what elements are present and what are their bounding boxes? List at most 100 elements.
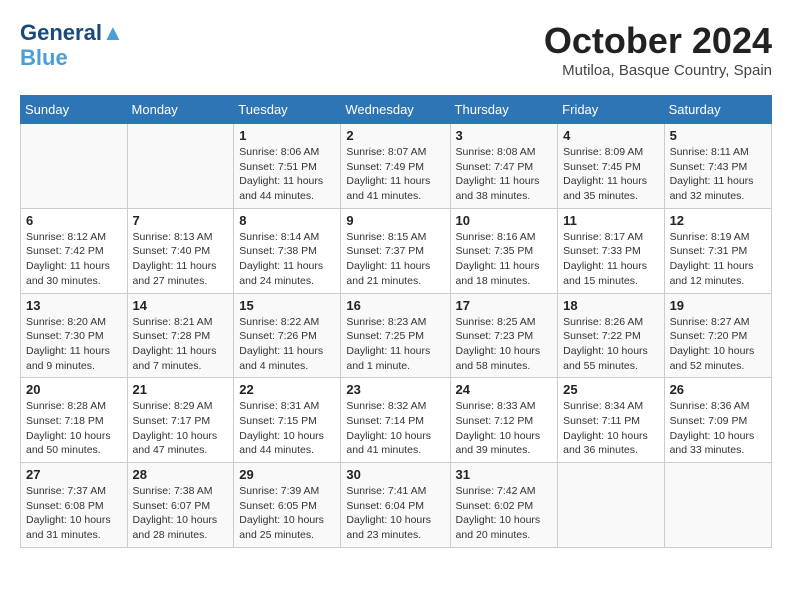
day-detail: Sunrise: 8:31 AM Sunset: 7:15 PM Dayligh… xyxy=(239,399,335,458)
month-title: October 2024 xyxy=(544,20,772,62)
calendar-cell: 5 Sunrise: 8:11 AM Sunset: 7:43 PM Daylig… xyxy=(664,124,771,209)
calendar-cell: 13 Sunrise: 8:20 AM Sunset: 7:30 PM Dayli… xyxy=(21,293,128,378)
day-detail: Sunrise: 8:22 AM Sunset: 7:26 PM Dayligh… xyxy=(239,315,335,374)
calendar-cell: 16Sunrise: 8:23 AM Sunset: 7:25 PM Dayli… xyxy=(341,293,450,378)
calendar-header-saturday: Saturday xyxy=(664,96,771,124)
calendar-cell: 3 Sunrise: 8:08 AM Sunset: 7:47 PM Daylig… xyxy=(450,124,558,209)
calendar-cell: 30Sunrise: 7:41 AM Sunset: 6:04 PM Dayli… xyxy=(341,463,450,548)
calendar-cell xyxy=(21,124,128,209)
day-detail: Sunrise: 8:36 AM Sunset: 7:09 PM Dayligh… xyxy=(670,399,766,458)
day-detail: Sunrise: 8:25 AM Sunset: 7:23 PM Dayligh… xyxy=(456,315,553,374)
day-number: 25 xyxy=(563,382,658,397)
calendar-cell xyxy=(664,463,771,548)
day-number: 15 xyxy=(239,298,335,313)
calendar-cell: 8 Sunrise: 8:14 AM Sunset: 7:38 PM Daylig… xyxy=(234,208,341,293)
day-number: 1 xyxy=(239,128,335,143)
day-number: 16 xyxy=(346,298,444,313)
day-detail: Sunrise: 8:20 AM Sunset: 7:30 PM Dayligh… xyxy=(26,315,122,374)
calendar-cell: 29 Sunrise: 7:39 AM Sunset: 6:05 PM Dayli… xyxy=(234,463,341,548)
calendar-cell: 31Sunrise: 7:42 AM Sunset: 6:02 PM Dayli… xyxy=(450,463,558,548)
calendar-cell: 21 Sunrise: 8:29 AM Sunset: 7:17 PM Dayli… xyxy=(127,378,234,463)
calendar-cell xyxy=(558,463,664,548)
day-number: 10 xyxy=(456,213,553,228)
day-detail: Sunrise: 8:16 AM Sunset: 7:35 PM Dayligh… xyxy=(456,230,553,289)
day-number: 8 xyxy=(239,213,335,228)
day-detail: Sunrise: 8:34 AM Sunset: 7:11 PM Dayligh… xyxy=(563,399,658,458)
day-number: 26 xyxy=(670,382,766,397)
calendar-cell: 23Sunrise: 8:32 AM Sunset: 7:14 PM Dayli… xyxy=(341,378,450,463)
day-detail: Sunrise: 8:19 AM Sunset: 7:31 PM Dayligh… xyxy=(670,230,766,289)
day-detail: Sunrise: 8:26 AM Sunset: 7:22 PM Dayligh… xyxy=(563,315,658,374)
day-number: 18 xyxy=(563,298,658,313)
calendar-header-friday: Friday xyxy=(558,96,664,124)
calendar-cell: 28Sunrise: 7:38 AM Sunset: 6:07 PM Dayli… xyxy=(127,463,234,548)
calendar-header-wednesday: Wednesday xyxy=(341,96,450,124)
calendar-cell: 22 Sunrise: 8:31 AM Sunset: 7:15 PM Dayli… xyxy=(234,378,341,463)
day-detail: Sunrise: 8:28 AM Sunset: 7:18 PM Dayligh… xyxy=(26,399,122,458)
day-detail: Sunrise: 8:15 AM Sunset: 7:37 PM Dayligh… xyxy=(346,230,444,289)
logo-text-blue: Blue xyxy=(20,46,124,70)
day-detail: Sunrise: 8:12 AM Sunset: 7:42 PM Dayligh… xyxy=(26,230,122,289)
calendar-cell: 15 Sunrise: 8:22 AM Sunset: 7:26 PM Dayli… xyxy=(234,293,341,378)
calendar-cell: 6 Sunrise: 8:12 AM Sunset: 7:42 PM Daylig… xyxy=(21,208,128,293)
day-number: 24 xyxy=(456,382,553,397)
day-number: 21 xyxy=(133,382,229,397)
day-detail: Sunrise: 8:21 AM Sunset: 7:28 PM Dayligh… xyxy=(133,315,229,374)
calendar-cell: 24 Sunrise: 8:33 AM Sunset: 7:12 PM Dayli… xyxy=(450,378,558,463)
day-number: 2 xyxy=(346,128,444,143)
page-header: General▲ Blue October 2024 Mutiloa, Basq… xyxy=(20,20,772,79)
day-number: 17 xyxy=(456,298,553,313)
calendar-cell: 4Sunrise: 8:09 AM Sunset: 7:45 PM Daylig… xyxy=(558,124,664,209)
day-number: 29 xyxy=(239,467,335,482)
day-detail: Sunrise: 8:06 AM Sunset: 7:51 PM Dayligh… xyxy=(239,145,335,204)
day-number: 3 xyxy=(456,128,553,143)
day-number: 28 xyxy=(133,467,229,482)
calendar-table: SundayMondayTuesdayWednesdayThursdayFrid… xyxy=(20,95,772,548)
title-section: October 2024 Mutiloa, Basque Country, Sp… xyxy=(544,20,772,79)
calendar-cell: 17 Sunrise: 8:25 AM Sunset: 7:23 PM Dayli… xyxy=(450,293,558,378)
calendar-cell: 14Sunrise: 8:21 AM Sunset: 7:28 PM Dayli… xyxy=(127,293,234,378)
calendar-cell: 2 Sunrise: 8:07 AM Sunset: 7:49 PM Daylig… xyxy=(341,124,450,209)
calendar-week-1: 1 Sunrise: 8:06 AM Sunset: 7:51 PM Daylig… xyxy=(21,124,772,209)
day-number: 13 xyxy=(26,298,122,313)
calendar-cell: 27Sunrise: 7:37 AM Sunset: 6:08 PM Dayli… xyxy=(21,463,128,548)
calendar-cell: 25 Sunrise: 8:34 AM Sunset: 7:11 PM Dayli… xyxy=(558,378,664,463)
calendar-header-thursday: Thursday xyxy=(450,96,558,124)
day-detail: Sunrise: 8:29 AM Sunset: 7:17 PM Dayligh… xyxy=(133,399,229,458)
day-detail: Sunrise: 8:13 AM Sunset: 7:40 PM Dayligh… xyxy=(133,230,229,289)
day-number: 9 xyxy=(346,213,444,228)
day-detail: Sunrise: 7:39 AM Sunset: 6:05 PM Dayligh… xyxy=(239,484,335,543)
calendar-cell xyxy=(127,124,234,209)
calendar-week-4: 20Sunrise: 8:28 AM Sunset: 7:18 PM Dayli… xyxy=(21,378,772,463)
day-detail: Sunrise: 8:11 AM Sunset: 7:43 PM Dayligh… xyxy=(670,145,766,204)
calendar-header-row: SundayMondayTuesdayWednesdayThursdayFrid… xyxy=(21,96,772,124)
day-number: 5 xyxy=(670,128,766,143)
day-number: 11 xyxy=(563,213,658,228)
day-detail: Sunrise: 8:33 AM Sunset: 7:12 PM Dayligh… xyxy=(456,399,553,458)
calendar-cell: 7 Sunrise: 8:13 AM Sunset: 7:40 PM Daylig… xyxy=(127,208,234,293)
calendar-body: 1 Sunrise: 8:06 AM Sunset: 7:51 PM Daylig… xyxy=(21,124,772,548)
day-detail: Sunrise: 8:09 AM Sunset: 7:45 PM Dayligh… xyxy=(563,145,658,204)
day-number: 7 xyxy=(133,213,229,228)
day-number: 12 xyxy=(670,213,766,228)
calendar-cell: 11Sunrise: 8:17 AM Sunset: 7:33 PM Dayli… xyxy=(558,208,664,293)
day-detail: Sunrise: 7:41 AM Sunset: 6:04 PM Dayligh… xyxy=(346,484,444,543)
location: Mutiloa, Basque Country, Spain xyxy=(544,62,772,79)
calendar-week-2: 6 Sunrise: 8:12 AM Sunset: 7:42 PM Daylig… xyxy=(21,208,772,293)
day-number: 22 xyxy=(239,382,335,397)
day-detail: Sunrise: 8:08 AM Sunset: 7:47 PM Dayligh… xyxy=(456,145,553,204)
day-number: 19 xyxy=(670,298,766,313)
day-detail: Sunrise: 8:27 AM Sunset: 7:20 PM Dayligh… xyxy=(670,315,766,374)
calendar-cell: 20Sunrise: 8:28 AM Sunset: 7:18 PM Dayli… xyxy=(21,378,128,463)
calendar-cell: 12 Sunrise: 8:19 AM Sunset: 7:31 PM Dayli… xyxy=(664,208,771,293)
day-detail: Sunrise: 8:14 AM Sunset: 7:38 PM Dayligh… xyxy=(239,230,335,289)
day-number: 31 xyxy=(456,467,553,482)
calendar-cell: 10 Sunrise: 8:16 AM Sunset: 7:35 PM Dayli… xyxy=(450,208,558,293)
day-number: 27 xyxy=(26,467,122,482)
calendar-header-sunday: Sunday xyxy=(21,96,128,124)
day-number: 6 xyxy=(26,213,122,228)
day-detail: Sunrise: 8:07 AM Sunset: 7:49 PM Dayligh… xyxy=(346,145,444,204)
logo-text: General▲ xyxy=(20,20,124,46)
calendar-cell: 19 Sunrise: 8:27 AM Sunset: 7:20 PM Dayli… xyxy=(664,293,771,378)
calendar-week-5: 27Sunrise: 7:37 AM Sunset: 6:08 PM Dayli… xyxy=(21,463,772,548)
